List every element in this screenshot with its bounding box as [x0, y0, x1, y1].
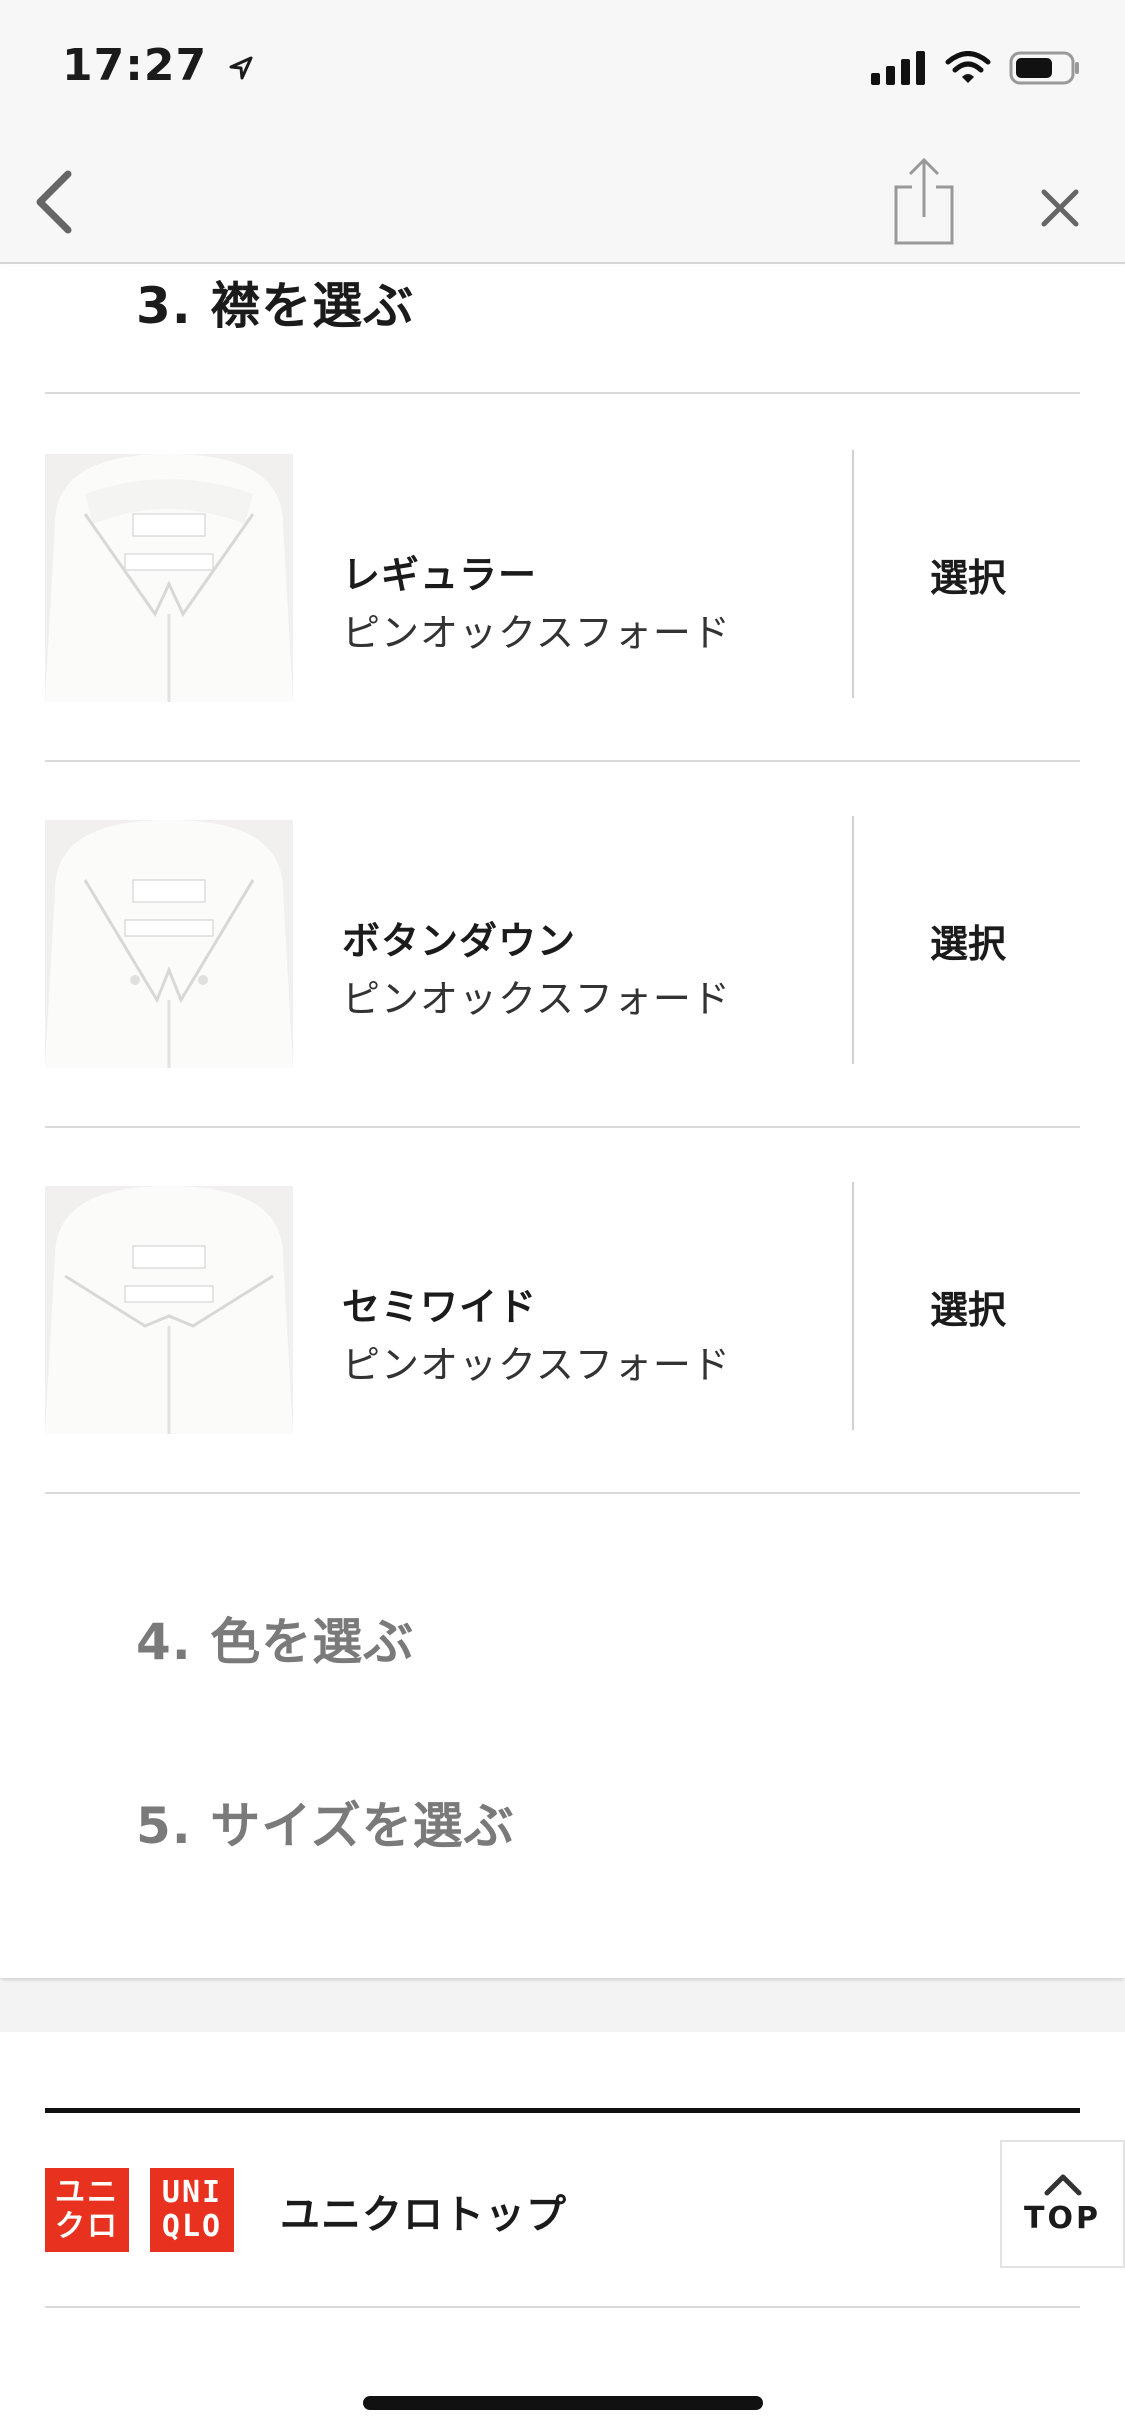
- close-icon: [1041, 189, 1079, 227]
- collar-name: ボタンダウン: [342, 919, 577, 963]
- share-button[interactable]: [884, 152, 964, 252]
- chevron-up-icon: [1044, 2174, 1081, 2195]
- select-button-regular[interactable]: 選択: [856, 450, 1080, 698]
- divider: [45, 1492, 1080, 1494]
- browser-nav-bar: [0, 140, 1125, 264]
- home-indicator[interactable]: [363, 2396, 763, 2410]
- status-time: 17:27: [62, 40, 255, 91]
- close-button[interactable]: [1022, 170, 1098, 246]
- select-button-buttondown[interactable]: 選択: [856, 816, 1080, 1064]
- collar-option-buttondown: ボタンダウン ピンオックスフォード 選択: [0, 760, 1125, 1126]
- order-card: 3. 襟を選ぶ レギュラー ピンオックスフォード 選択 ボタンダウン ピンオック…: [0, 266, 1125, 1978]
- location-arrow-icon: [229, 56, 253, 80]
- shirt-thumbnail: [45, 454, 293, 702]
- shirt-collar-image: [45, 820, 293, 1068]
- battery-icon: [1009, 51, 1079, 85]
- collar-option-regular: レギュラー ピンオックスフォード 選択: [0, 394, 1125, 760]
- status-bar: 17:27: [0, 0, 1125, 140]
- collar-fabric: ピンオックスフォード: [342, 1343, 731, 1387]
- cellular-signal-icon: [871, 51, 925, 85]
- section-separator: [0, 1982, 1125, 2032]
- shirt-collar-image: [45, 454, 293, 702]
- collar-option-semiwide: セミワイド ピンオックスフォード 選択: [0, 1126, 1125, 1492]
- status-icons: [871, 48, 1081, 88]
- shirt-thumbnail: [45, 820, 293, 1068]
- vertical-divider: [852, 816, 854, 1064]
- collar-fabric: ピンオックスフォード: [342, 611, 731, 655]
- step-title-size[interactable]: 5. サイズを選ぶ: [136, 1786, 515, 1858]
- collar-name: セミワイド: [342, 1285, 538, 1329]
- step-title-color[interactable]: 4. 色を選ぶ: [136, 1602, 414, 1674]
- shirt-collar-image: [45, 1186, 293, 1434]
- collar-name: レギュラー: [342, 553, 538, 597]
- step-title-collar: 3. 襟を選ぶ: [136, 277, 415, 335]
- vertical-divider: [852, 1182, 854, 1430]
- select-button-semiwide[interactable]: 選択: [856, 1182, 1080, 1430]
- footer-divider: [45, 2108, 1080, 2113]
- share-icon: [894, 157, 954, 245]
- uniqlo-logo-katakana[interactable]: ユニ クロ: [45, 2168, 129, 2252]
- wifi-icon: [945, 51, 991, 83]
- chevron-left-icon: [36, 170, 72, 234]
- shirt-thumbnail: [45, 1186, 293, 1434]
- collar-fabric: ピンオックスフォード: [342, 977, 731, 1021]
- scroll-to-top-button[interactable]: TOP: [1000, 2140, 1125, 2268]
- back-button[interactable]: [22, 162, 86, 242]
- uniqlo-top-link[interactable]: ユニクロトップ: [280, 2182, 567, 2240]
- top-label: TOP: [1024, 2200, 1101, 2236]
- vertical-divider: [852, 450, 854, 698]
- footer-divider: [45, 2306, 1080, 2308]
- uniqlo-logo-latin[interactable]: UNI QLO: [150, 2168, 234, 2252]
